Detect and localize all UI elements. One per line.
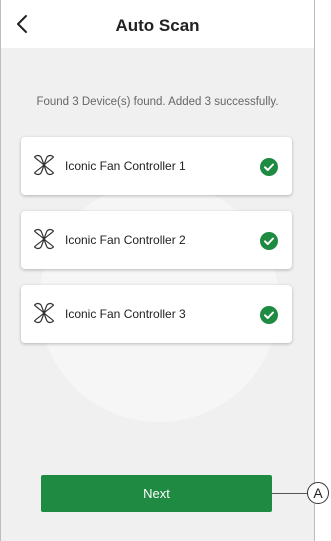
- check-circle-icon: [260, 232, 278, 250]
- device-card-3[interactable]: Iconic Fan Controller 3: [21, 285, 292, 343]
- check-circle-icon: [260, 306, 278, 324]
- device-card-1[interactable]: Iconic Fan Controller 1: [21, 137, 292, 195]
- fan-icon: [33, 154, 55, 176]
- fan-icon: [33, 228, 55, 250]
- device-card-2[interactable]: Iconic Fan Controller 2: [21, 211, 292, 269]
- page-title: Auto Scan: [115, 16, 200, 35]
- scan-status-text: Found 3 Device(s) found. Added 3 success…: [36, 96, 279, 108]
- next-button[interactable]: Next: [41, 475, 272, 512]
- device-name: Iconic Fan Controller 3: [65, 307, 186, 321]
- fan-icon: [33, 302, 55, 324]
- callout-line: [271, 493, 311, 494]
- header: Auto Scan: [1, 0, 314, 48]
- app-screen: Auto Scan Found 3 Device(s) found. Added…: [0, 0, 315, 541]
- callout-marker: A: [307, 482, 329, 504]
- check-circle-icon: [260, 158, 278, 176]
- device-name: Iconic Fan Controller 1: [65, 159, 186, 173]
- device-name: Iconic Fan Controller 2: [65, 233, 186, 247]
